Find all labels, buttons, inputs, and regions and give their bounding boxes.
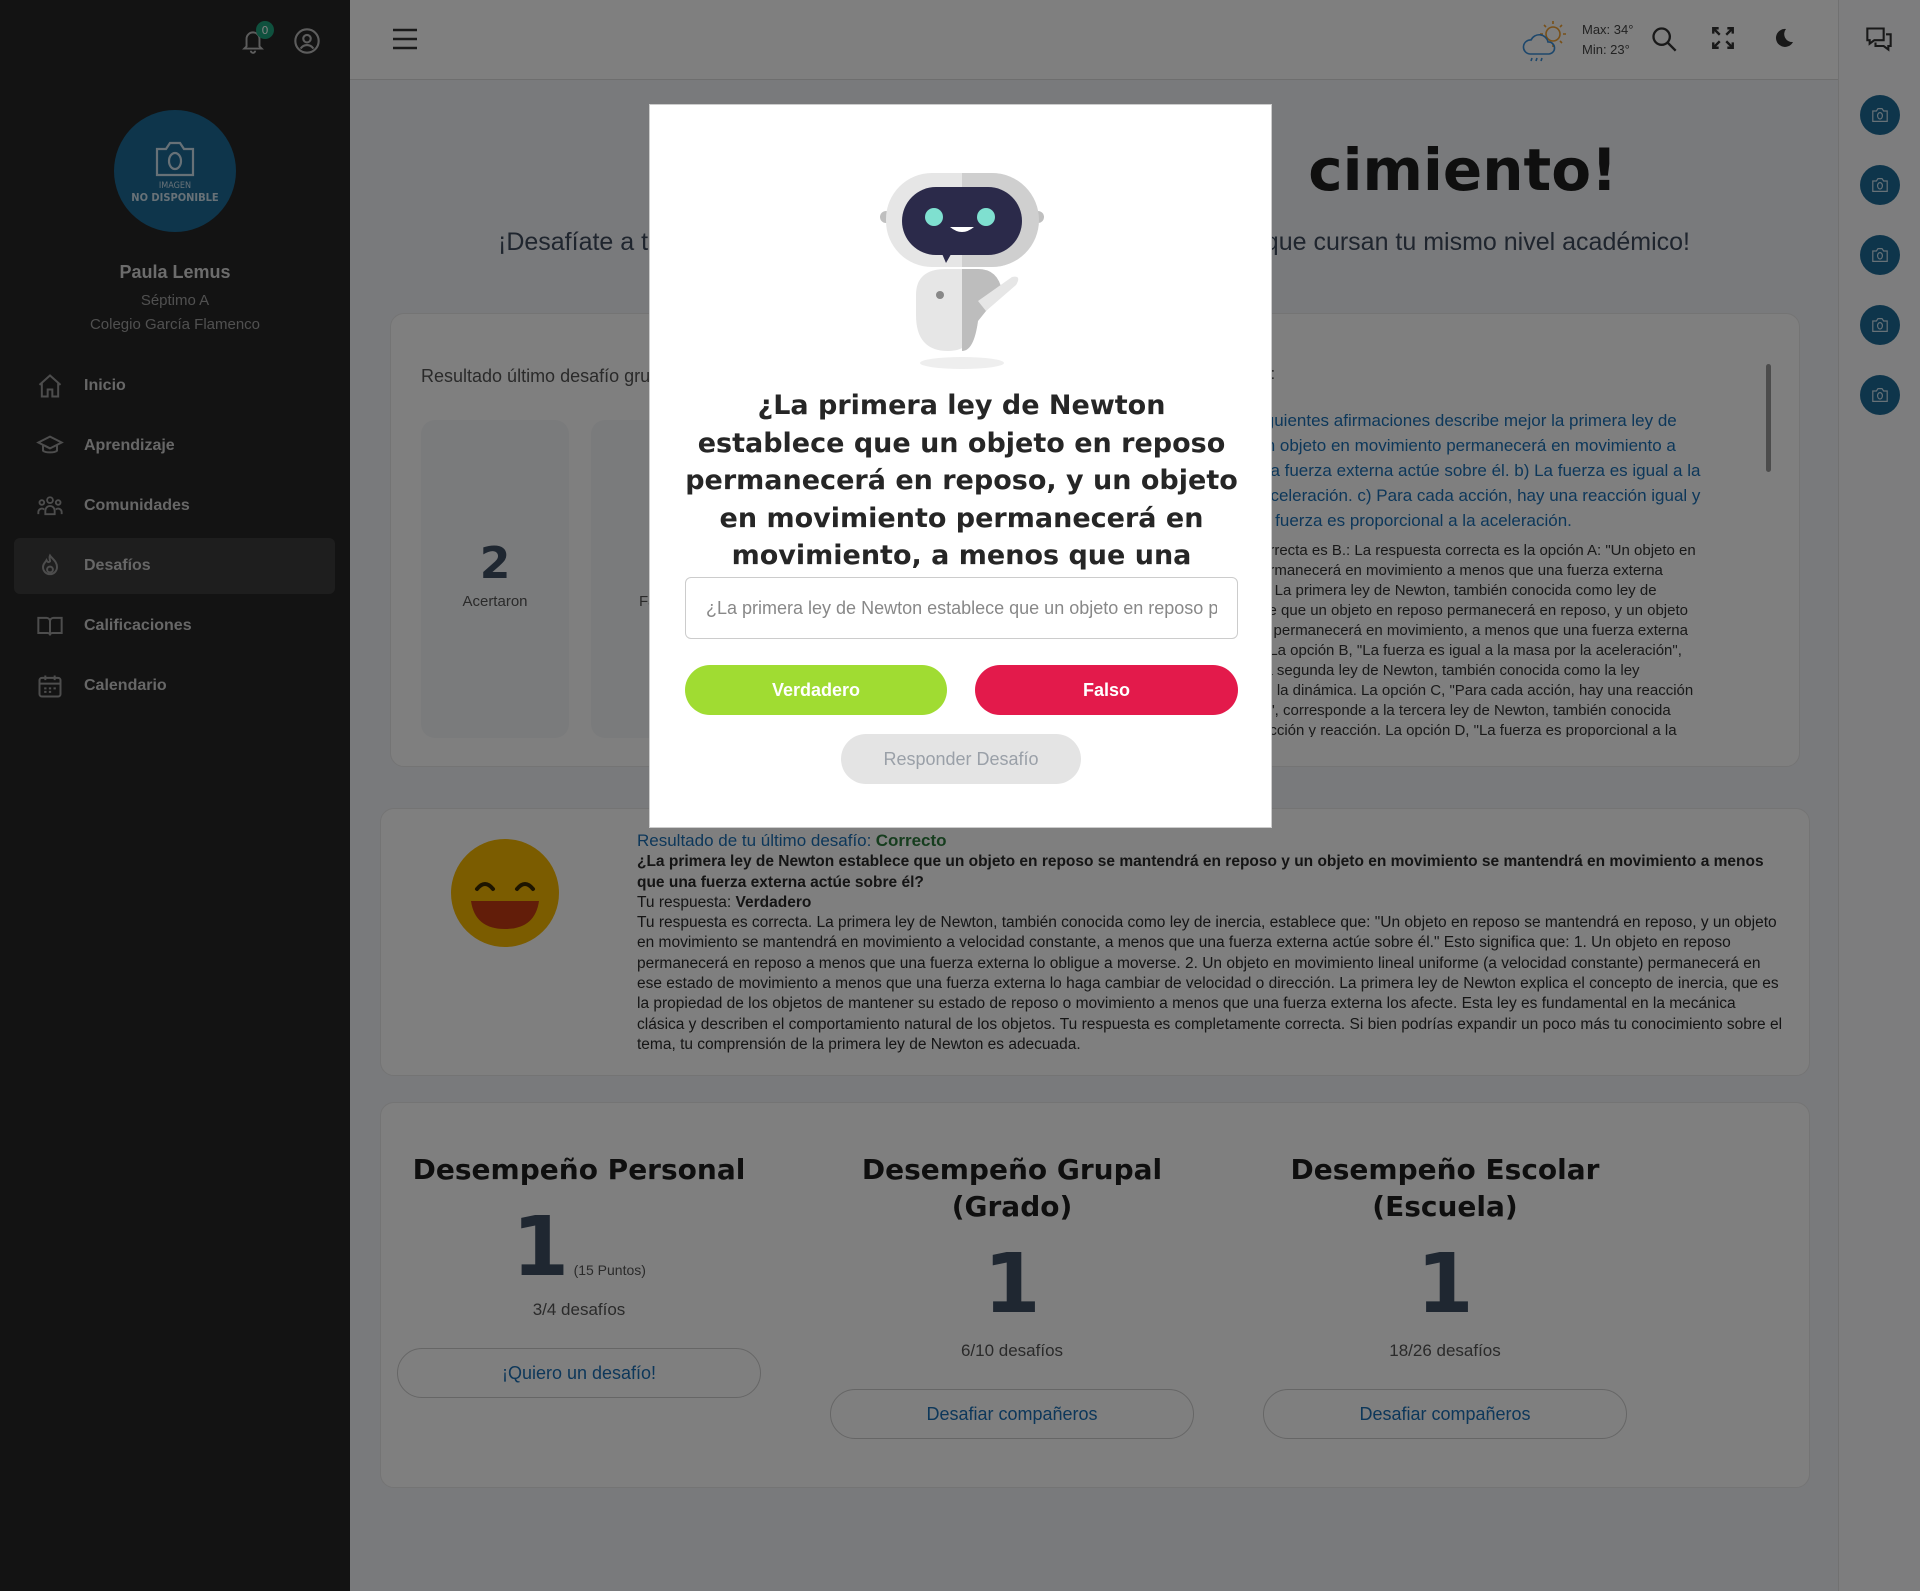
true-button[interactable]: Verdadero — [685, 665, 947, 715]
false-button[interactable]: Falso — [975, 665, 1238, 715]
challenge-modal: ¿La primera ley de Newton establece que … — [649, 104, 1272, 828]
answer-input[interactable] — [685, 577, 1238, 639]
submit-challenge-button[interactable]: Responder Desafío — [841, 734, 1081, 784]
robot-mascot-icon — [878, 165, 1046, 376]
